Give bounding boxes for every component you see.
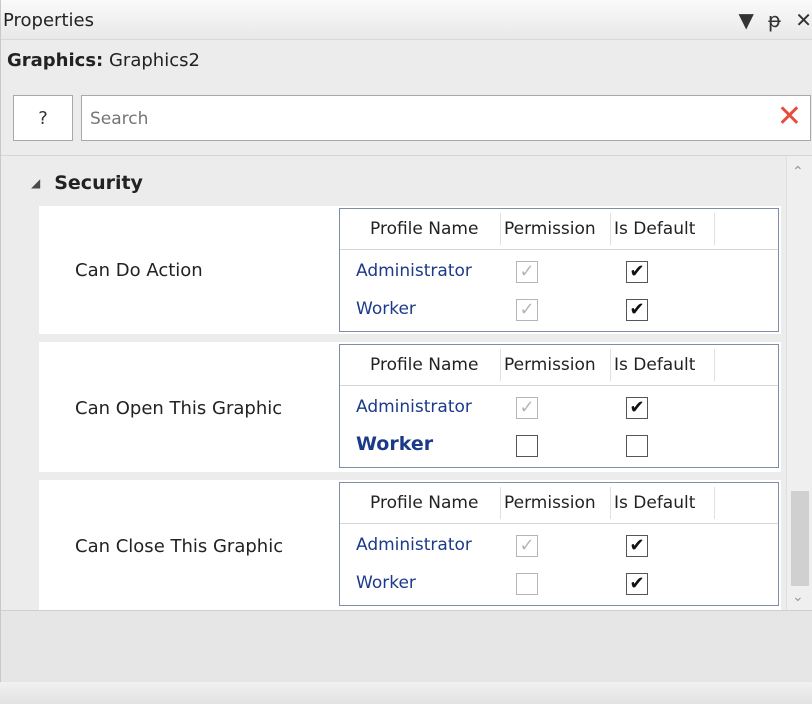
vertical-scrollbar[interactable]: ⌃ ⌄: [786, 156, 812, 611]
dropdown-menu-icon[interactable]: ▼: [739, 8, 754, 32]
is-default-checkbox[interactable]: ✔: [626, 299, 648, 321]
pin-icon[interactable]: ᵽ: [768, 8, 781, 32]
permission-checkbox[interactable]: ✓: [516, 299, 538, 321]
collapse-triangle-icon[interactable]: ◢: [31, 176, 40, 190]
matrix-row: Worker ✓ ✔: [340, 291, 778, 329]
permission-checkbox[interactable]: ✓: [516, 261, 538, 283]
properties-panel: Properties ▼ ᵽ ✕ Graphics: Graphics2 ? ✕…: [0, 0, 812, 682]
search-input[interactable]: [88, 102, 752, 136]
is-default-checkbox[interactable]: ✔: [626, 261, 648, 283]
permission-checkbox[interactable]: [516, 573, 538, 595]
selected-object: Graphics: Graphics2: [7, 50, 200, 71]
matrix-header: Profile Name Permission Is Default: [340, 209, 778, 250]
profile-name-link[interactable]: Administrator: [356, 535, 472, 555]
property-label: Can Close This Graphic: [75, 536, 284, 557]
property-label: Can Do Action: [75, 260, 203, 281]
panel-controls: ▼ ᵽ ✕: [739, 8, 812, 32]
panel-title: Properties: [3, 10, 94, 31]
category-security[interactable]: ◢ Security: [31, 172, 143, 194]
profile-name-link[interactable]: Administrator: [356, 397, 472, 417]
permission-checkbox[interactable]: ✓: [516, 397, 538, 419]
object-name: Graphics2: [108, 50, 200, 71]
is-default-checkbox[interactable]: ✔: [626, 573, 648, 595]
property-row-can-do-action: Can Do Action Profile Name Permission Is…: [39, 206, 781, 334]
matrix-row: Administrator ✓ ✔: [340, 389, 778, 427]
panel-titlebar: Properties ▼ ᵽ ✕: [1, 0, 812, 40]
col-header-permission: Permission: [504, 219, 596, 239]
col-header-is-default: Is Default: [614, 219, 696, 239]
col-header-is-default: Is Default: [614, 355, 696, 375]
scroll-up-icon[interactable]: ⌃: [792, 164, 804, 180]
col-header-profile-name: Profile Name: [370, 219, 479, 239]
matrix-header: Profile Name Permission Is Default: [340, 483, 778, 524]
property-row-can-close-this-graphic: Can Close This Graphic Profile Name Perm…: [39, 480, 781, 610]
col-header-permission: Permission: [504, 355, 596, 375]
profile-name-link[interactable]: Worker: [356, 299, 416, 319]
property-row-can-open-this-graphic: Can Open This Graphic Profile Name Permi…: [39, 342, 781, 472]
property-grid: ◢ Security Can Do Action Profile Name Per…: [1, 155, 812, 611]
profile-name-link[interactable]: Administrator: [356, 261, 472, 281]
property-label: Can Open This Graphic: [75, 398, 283, 419]
matrix-row: Administrator ✓ ✔: [340, 527, 778, 565]
search-box: ✕: [81, 95, 811, 141]
object-type-label: Graphics:: [7, 50, 104, 71]
permission-checkbox[interactable]: [516, 435, 538, 457]
help-button[interactable]: ?: [13, 95, 73, 141]
col-header-permission: Permission: [504, 493, 596, 513]
close-icon[interactable]: ✕: [795, 8, 812, 32]
scrollbar-thumb[interactable]: [791, 491, 809, 586]
col-header-profile-name: Profile Name: [370, 355, 479, 375]
is-default-checkbox[interactable]: ✔: [626, 397, 648, 419]
col-header-profile-name: Profile Name: [370, 493, 479, 513]
matrix-row: Administrator ✓ ✔: [340, 253, 778, 291]
background-bottom: [0, 682, 812, 704]
is-default-checkbox[interactable]: ✔: [626, 535, 648, 557]
profile-matrix: Profile Name Permission Is Default Admin…: [339, 482, 779, 606]
permission-checkbox[interactable]: ✓: [516, 535, 538, 557]
matrix-row: Worker ✔: [340, 565, 778, 603]
clear-search-icon[interactable]: ✕: [777, 102, 802, 132]
profile-name-link[interactable]: Worker: [356, 573, 416, 593]
matrix-row: Worker: [340, 427, 778, 465]
matrix-header: Profile Name Permission Is Default: [340, 345, 778, 386]
scroll-down-icon[interactable]: ⌄: [792, 589, 804, 605]
description-area: [1, 610, 812, 682]
profile-name-link[interactable]: Worker: [356, 433, 433, 455]
profile-matrix: Profile Name Permission Is Default Admin…: [339, 208, 779, 332]
category-label: Security: [54, 172, 143, 194]
profile-matrix: Profile Name Permission Is Default Admin…: [339, 344, 779, 468]
is-default-checkbox[interactable]: [626, 435, 648, 457]
col-header-is-default: Is Default: [614, 493, 696, 513]
